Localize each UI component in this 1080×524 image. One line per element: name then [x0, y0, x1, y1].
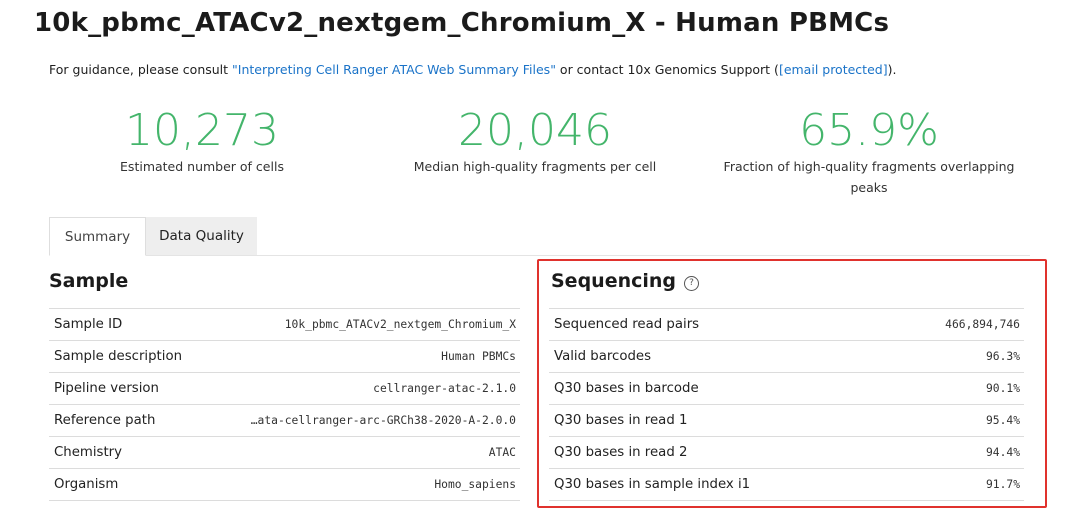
table-row: Pipeline version cellranger-atac-2.1.0 [49, 372, 520, 405]
row-key: Pipeline version [49, 372, 205, 405]
tab-divider [146, 255, 1030, 256]
table-row: Sample ID 10k_pbmc_ATACv2_nextgem_Chromiu… [49, 308, 520, 341]
guidance-middle: or contact 10x Genomics Support ( [555, 62, 779, 77]
metric-value: 65.9% [799, 105, 939, 156]
sample-title-text: Sample [49, 270, 129, 292]
metric-median-fragments: 20,046 Median high-quality fragments per… [395, 108, 675, 177]
row-value: Human PBMCs [204, 340, 520, 373]
tab-data-quality[interactable]: Data Quality [146, 217, 257, 256]
metric-label: Fraction of high-quality fragments overl… [723, 159, 1015, 195]
interpreting-summary-link[interactable]: "Interpreting Cell Ranger ATAC Web Summa… [232, 62, 556, 77]
table-row: Chemistry ATAC [49, 436, 520, 469]
row-value: …ata-cellranger-arc-GRCh38-2020-A-2.0.0 [204, 404, 520, 437]
row-key: Sample description [49, 340, 205, 373]
sample-table: Sample ID 10k_pbmc_ATACv2_nextgem_Chromiu… [49, 308, 520, 501]
tab-summary[interactable]: Summary [49, 217, 146, 256]
sample-section-title: Sample [49, 270, 128, 292]
row-value: 10k_pbmc_ATACv2_nextgem_Chromium_X [204, 308, 520, 341]
table-row: Reference path …ata-cellranger-arc-GRCh38… [49, 404, 520, 437]
metric-value: 20,046 [458, 105, 612, 156]
support-email-link[interactable]: [email protected] [779, 62, 888, 77]
metric-label: Median high-quality fragments per cell [413, 159, 657, 174]
row-value: ATAC [204, 436, 520, 469]
metric-estimated-cells: 10,273 Estimated number of cells [92, 108, 312, 177]
table-row: Organism Homo_sapiens [49, 468, 520, 501]
metric-label: Estimated number of cells [120, 159, 284, 174]
guidance-suffix: ). [887, 62, 897, 77]
row-key: Reference path [49, 404, 205, 437]
row-key: Sample ID [49, 308, 205, 341]
row-key: Chemistry [49, 436, 205, 469]
highlight-annotation-box [537, 259, 1047, 508]
metric-fraction-peaks: 65.9% Fraction of high-quality fragments… [706, 108, 1032, 198]
row-key: Organism [49, 468, 205, 501]
row-value: cellranger-atac-2.1.0 [204, 372, 520, 405]
guidance-text: For guidance, please consult "Interpreti… [49, 62, 896, 77]
metric-value: 10,273 [125, 105, 279, 156]
guidance-prefix: For guidance, please consult [49, 62, 233, 77]
tab-bar: Summary Data Quality [49, 217, 257, 256]
row-value: Homo_sapiens [204, 468, 520, 501]
table-row: Sample description Human PBMCs [49, 340, 520, 373]
page-title: 10k_pbmc_ATACv2_nextgem_Chromium_X - Hum… [34, 8, 890, 38]
